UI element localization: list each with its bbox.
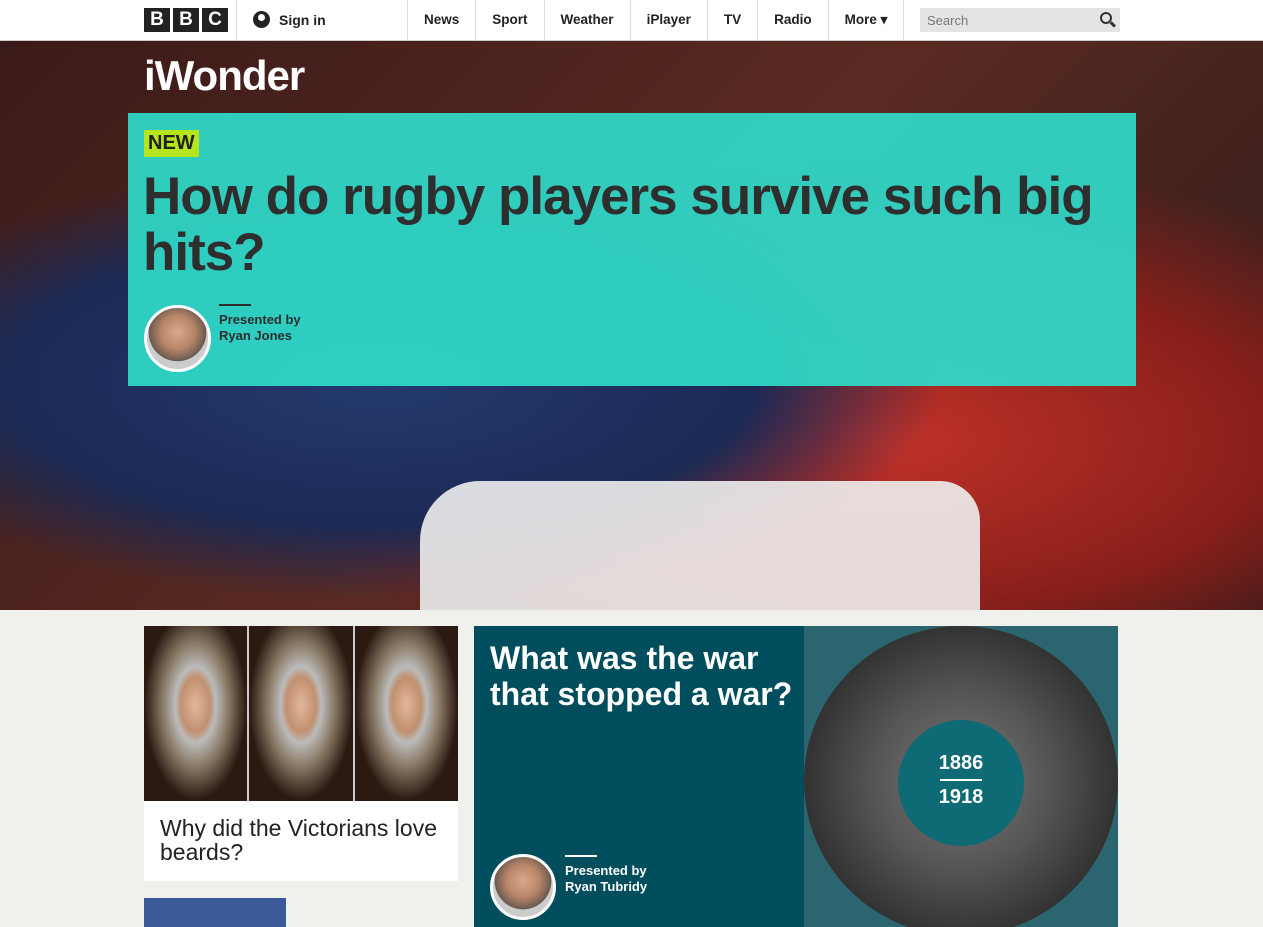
search-icon[interactable] [1100,12,1112,24]
iwonder-logo[interactable]: iWonder [144,52,305,100]
presenter-avatar [490,854,556,920]
presenter-name: Ryan Jones [219,328,292,343]
tile-partial[interactable] [144,898,286,927]
sign-in-label: Sign in [279,11,326,28]
hero-shape [420,481,980,611]
search-input[interactable]: Search [920,8,1120,32]
main-nav: News Sport Weather iPlayer TV Radio More… [407,0,905,40]
presenter-info: Presented by Ryan Jones [219,304,301,344]
tile-war-that-stopped-a-war[interactable]: What was the war that stopped a war? Pre… [474,626,1118,927]
bbc-logo[interactable]: B B C [144,8,228,32]
tile-image [144,626,458,801]
nav-news[interactable]: News [407,0,475,40]
tile-title[interactable]: What was the war that stopped a war? [490,640,800,712]
nav-tv[interactable]: TV [706,0,757,40]
new-badge: NEW [144,130,199,157]
presenter-name: Ryan Tubridy [565,879,648,894]
hero-title[interactable]: How do rugby players survive such big hi… [143,169,1133,281]
hero-card[interactable]: NEW How do rugby players survive such bi… [128,113,1136,386]
logo-letter: C [202,8,228,32]
search-placeholder: Search [927,13,969,28]
nav-weather[interactable]: Weather [543,0,630,40]
presenter-avatar [144,305,211,372]
tile-victorian-beards[interactable]: Why did the Victorians love beards? [144,626,458,881]
tile-image: 1886 1918 [804,626,1118,927]
bbc-header: B B C Sign in News Sport Weather iPlayer… [0,0,1263,41]
logo-letter: B [144,8,170,32]
logo-letter: B [173,8,199,32]
divider [940,779,982,781]
year-start: 1886 [938,752,984,774]
user-icon [253,11,270,28]
tile-title[interactable]: Why did the Victorians love beards? [144,801,458,879]
sign-in-link[interactable]: Sign in [253,11,326,28]
presented-by-label: Presented by [219,312,301,327]
nav-more[interactable]: More ▾ [827,0,905,40]
presenter-info: Presented by Ryan Tubridy [565,855,647,895]
nav-sport[interactable]: Sport [475,0,543,40]
nav-iplayer[interactable]: iPlayer [629,0,707,40]
year-end: 1918 [938,786,984,808]
divider [236,0,237,40]
presented-by-label: Presented by [565,863,647,878]
nav-radio[interactable]: Radio [757,0,828,40]
date-range-badge: 1886 1918 [898,720,1024,846]
